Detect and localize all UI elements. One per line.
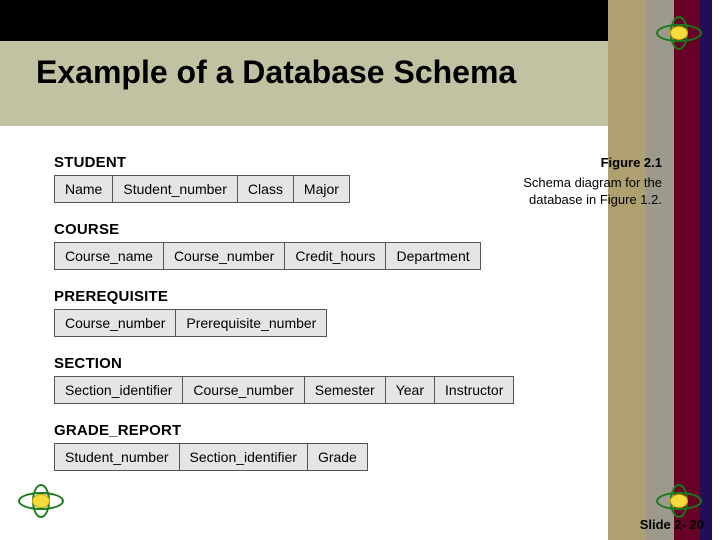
schema-column: Instructor xyxy=(434,376,514,404)
schema-column: Department xyxy=(385,242,480,270)
atom-icon xyxy=(18,484,64,518)
schema-column: Section_identifier xyxy=(179,443,308,471)
schema-row: Student_numberSection_identifierGrade xyxy=(54,443,654,471)
schema-row: Course_numberPrerequisite_number xyxy=(54,309,654,337)
schema-column: Course_name xyxy=(54,242,164,270)
schema-column: Course_number xyxy=(54,309,176,337)
atom-icon xyxy=(656,16,702,50)
schema-block: GRADE_REPORT Student_numberSection_identi… xyxy=(54,422,654,471)
figure-number: Figure 2.1 xyxy=(490,154,662,172)
decor-stripe-navy xyxy=(700,0,712,540)
schema-row: Course_nameCourse_numberCredit_hoursDepa… xyxy=(54,242,654,270)
schema-column: Semester xyxy=(304,376,386,404)
schema-column: Section_identifier xyxy=(54,376,183,404)
schema-block: PREREQUISITE Course_numberPrerequisite_nu… xyxy=(54,288,654,337)
schema-column: Major xyxy=(293,175,350,203)
atom-icon xyxy=(656,484,702,518)
figure-caption: Figure 2.1 Schema diagram for the databa… xyxy=(490,154,662,209)
schema-name: COURSE xyxy=(54,221,654,238)
schema-name: SECTION xyxy=(54,355,654,372)
decor-stripe-maroon xyxy=(674,0,700,540)
schema-column: Student_number xyxy=(54,443,180,471)
slide-title: Example of a Database Schema xyxy=(36,54,516,91)
schema-column: Course_number xyxy=(182,376,304,404)
schema-block: COURSE Course_nameCourse_numberCredit_hou… xyxy=(54,221,654,270)
figure-caption-text: Schema diagram for the database in Figur… xyxy=(523,175,662,208)
schema-column: Name xyxy=(54,175,113,203)
schema-column: Course_number xyxy=(163,242,285,270)
schema-column: Prerequisite_number xyxy=(175,309,327,337)
schema-name: PREREQUISITE xyxy=(54,288,654,305)
slide-number: Slide 2- 20 xyxy=(640,517,704,532)
schema-column: Year xyxy=(385,376,435,404)
schema-column: Grade xyxy=(307,443,368,471)
schema-block: SECTION Section_identifierCourse_numberSe… xyxy=(54,355,654,404)
schema-column: Student_number xyxy=(112,175,238,203)
schema-column: Class xyxy=(237,175,294,203)
schema-column: Credit_hours xyxy=(284,242,386,270)
schema-name: GRADE_REPORT xyxy=(54,422,654,439)
schema-row: Section_identifierCourse_numberSemesterY… xyxy=(54,376,654,404)
top-black-bar xyxy=(0,0,608,41)
